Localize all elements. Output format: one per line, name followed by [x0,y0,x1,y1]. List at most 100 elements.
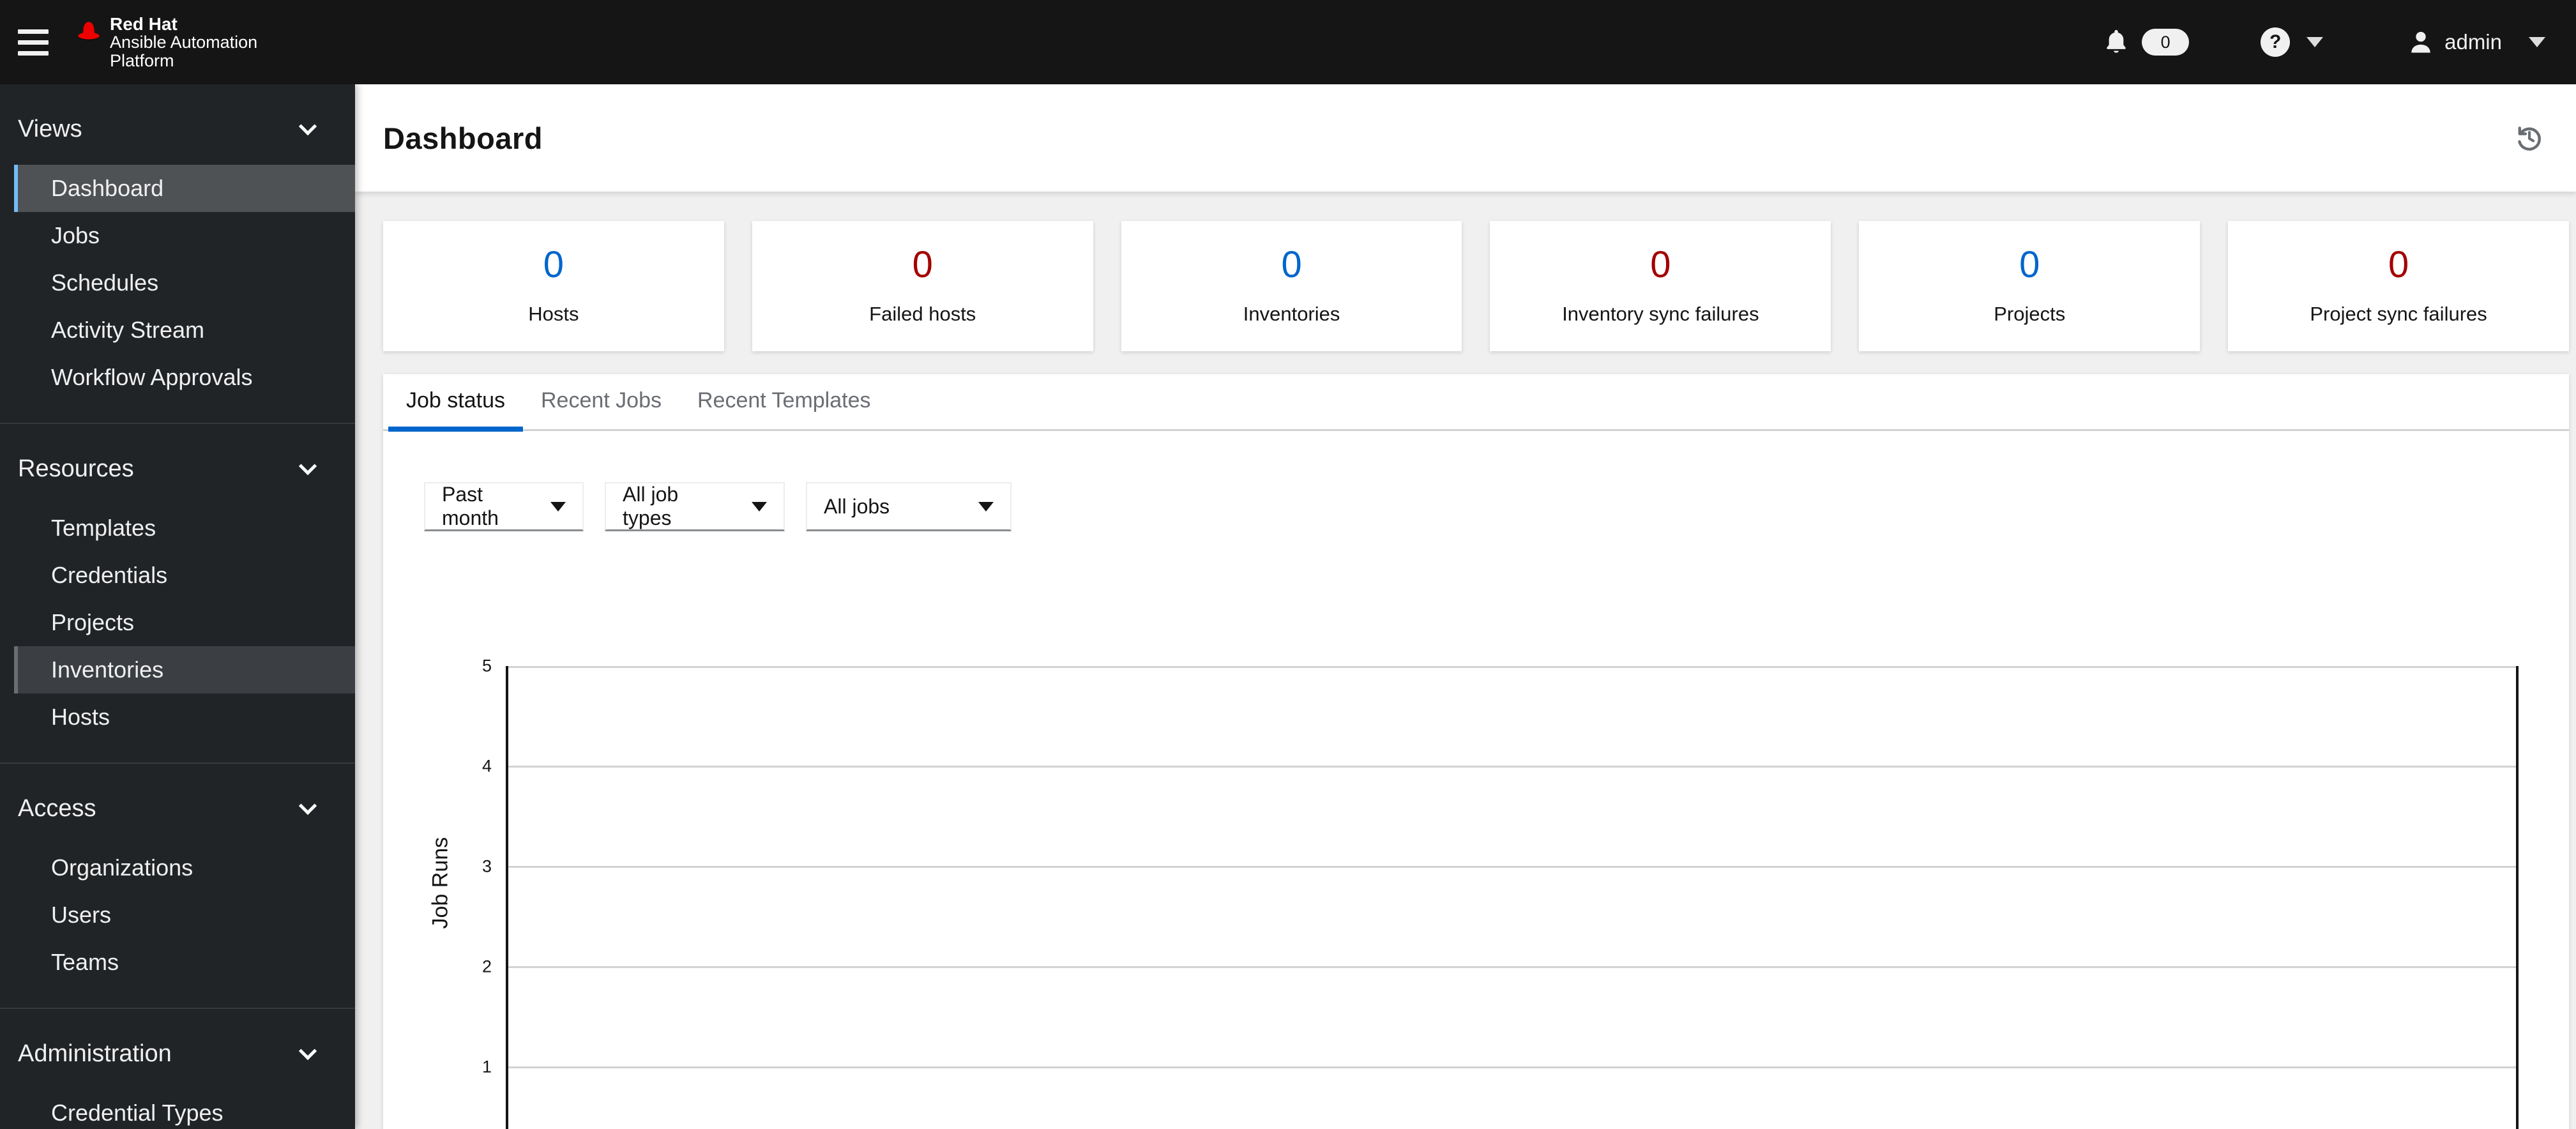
chart-y-axis-label: Job Runs [428,837,453,929]
gridline-y-5 [508,666,2516,668]
sidebar-item-inventories[interactable]: Inventories [14,646,355,693]
sidebar-item-dashboard[interactable]: Dashboard [14,165,355,212]
brand-logo: Red Hat Ansible Automation Platform [74,15,257,70]
sidebar-item-jobs[interactable]: Jobs [14,212,355,259]
help-caret-down-icon[interactable] [2307,37,2324,47]
nav-group-header-resources[interactable]: Resources [0,450,355,488]
user-menu-caret-down-icon[interactable] [2529,37,2545,47]
sidebar-item-schedules[interactable]: Schedules [14,259,355,307]
filter-select-all-job-types[interactable]: All job types [605,482,785,531]
gridline-y-3 [508,865,2516,868]
nav-group-access: Access Organizations Users Teams [0,764,355,1009]
stat-label: Inventory sync failures [1562,303,1759,325]
history-button[interactable] [2515,124,2543,152]
sidebar-item-workflow-approvals[interactable]: Workflow Approvals [14,354,355,401]
sidebar-item-projects[interactable]: Projects [14,599,355,646]
tab-bar: Job status Recent Jobs Recent Templates [383,374,2569,432]
filter-select-past-month[interactable]: Past month [424,482,584,531]
stats-row: 0 Hosts 0 Failed hosts 0 Inventories 0 Inventor… [383,221,2569,351]
chart-plot-area [506,666,2519,1129]
nav-group-title: Administration [18,1040,172,1067]
page-title: Dashboard [383,121,543,155]
job-runs-chart: Job Runs 012345 Date [383,531,2569,1129]
stat-label: Inventories [1243,303,1340,325]
page-header: Dashboard [355,84,2576,192]
username-label: admin [2444,30,2502,54]
stat-card-failed-hosts[interactable]: 0 Failed hosts [752,221,1093,351]
stat-card-inventories[interactable]: 0 Inventories [1121,221,1462,351]
chevron-down-icon [298,1042,317,1061]
y-tick-label-4: 4 [481,756,492,776]
sidebar-item-organizations[interactable]: Organizations [14,844,355,891]
main-area: Dashboard 0 Hosts 0 Failed hosts 0 Inventorie… [355,84,2576,1129]
stat-value: 0 [1650,244,1671,285]
tab-recent-templates[interactable]: Recent Templates [679,374,889,432]
sidebar-item-credential-types[interactable]: Credential Types [14,1089,355,1129]
y-tick-label-2: 2 [481,957,492,976]
sidebar-item-users[interactable]: Users [14,891,355,939]
chevron-down-icon [298,796,317,815]
stat-card-project-sync-failures[interactable]: 0 Project sync failures [2228,221,2569,351]
bell-icon[interactable] [2102,27,2130,57]
nav-items: Credential TypesNotifications [0,1089,355,1129]
chevron-down-icon [298,117,317,136]
gridline-y-1 [508,1066,2516,1068]
sidebar-item-templates[interactable]: Templates [14,504,355,552]
notification-count-badge[interactable]: 0 [2142,29,2190,56]
dashboard-content: 0 Hosts 0 Failed hosts 0 Inventories 0 Inventor… [355,192,2576,1129]
y-tick-label-3: 3 [481,856,492,876]
help-icon[interactable]: ? [2261,27,2291,57]
tab-recent-jobs[interactable]: Recent Jobs [523,374,679,432]
red-hat-logo-icon [78,21,100,40]
stat-label: Project sync failures [2310,303,2487,325]
caret-down-icon [978,501,994,511]
stat-value: 0 [912,244,933,285]
nav-group-title: Access [18,794,96,822]
nav-group-resources: Resources Templates Credentials Projects Inv… [0,424,355,764]
sidebar-item-teams[interactable]: Teams [14,939,355,986]
stat-value: 0 [1281,244,1302,285]
nav-group-header-administration[interactable]: Administration [0,1034,355,1073]
filter-select-all-jobs[interactable]: All jobs [806,482,1011,531]
stat-label: Projects [1994,303,2066,325]
sidebar-item-hosts[interactable]: Hosts [14,693,355,741]
sidebar-item-credentials[interactable]: Credentials [14,552,355,599]
masthead: Red Hat Ansible Automation Platform 0 ? … [0,0,2576,84]
y-tick-label-1: 1 [481,1057,492,1077]
filter-selected-value: All jobs [824,494,890,518]
brand-line1: Red Hat [110,13,178,34]
chart-filters: Past month All job types All jobs [424,482,2569,531]
caret-down-icon [550,501,566,511]
stat-card-hosts[interactable]: 0 Hosts [383,221,724,351]
nav-group-views: Views Dashboard Jobs Schedules Activity Stre… [0,84,355,424]
brand-line3: Platform [110,50,174,70]
stat-card-projects[interactable]: 0 Projects [1859,221,2201,351]
nav-toggle-hamburger-icon[interactable] [18,19,64,65]
stat-value: 0 [2388,244,2409,285]
nav-items: Dashboard Jobs Schedules Activity Stream Wor… [0,165,355,401]
filter-selected-value: All job types [623,483,679,529]
stat-label: Hosts [528,303,579,325]
stat-value: 0 [2019,244,2040,285]
gridline-y-2 [508,966,2516,968]
nav-items: Templates Credentials Projects Inventories H… [0,504,355,741]
sidebar-nav: Views Dashboard Jobs Schedules Activity Stre… [0,84,355,1129]
nav-group-title: Resources [18,455,134,482]
brand-line2: Ansible Automation [110,32,258,52]
tab-job-status[interactable]: Job status [388,374,523,432]
job-status-panel: Job status Recent Jobs Recent Templates Pa… [383,374,2569,1129]
nav-group-administration: Administration Credential TypesNotificati… [0,1009,355,1129]
nav-group-header-access[interactable]: Access [0,789,355,828]
history-icon [2518,126,2541,151]
stat-value: 0 [543,244,564,285]
nav-group-header-views[interactable]: Views [0,110,355,148]
y-tick-label-5: 5 [481,656,492,676]
caret-down-icon [752,501,767,511]
nav-group-title: Views [18,115,82,142]
user-icon [2411,31,2430,53]
stat-card-inventory-sync-failures[interactable]: 0 Inventory sync failures [1490,221,1831,351]
filter-selected-value: Past month [442,483,499,529]
chevron-down-icon [298,457,317,476]
sidebar-item-activity-stream[interactable]: Activity Stream [14,307,355,354]
gridline-y-4 [508,765,2516,768]
